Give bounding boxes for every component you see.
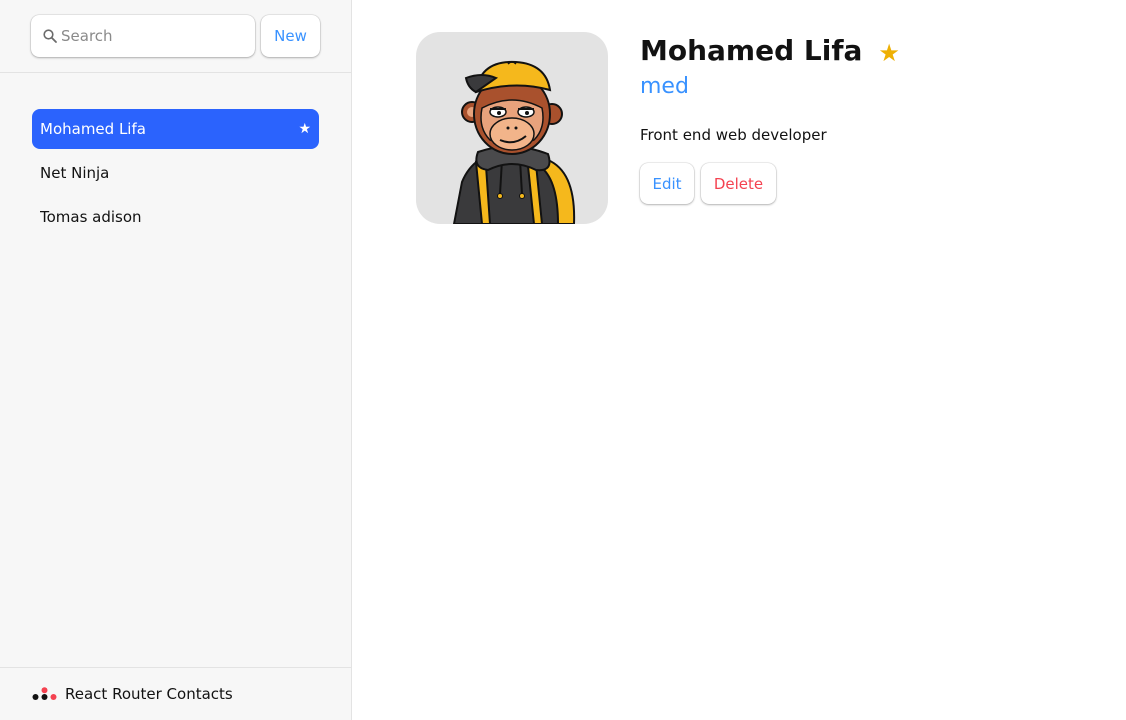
- contact-handle-link[interactable]: med: [640, 74, 689, 99]
- contact-list-item-name: Net Ninja: [40, 164, 110, 182]
- search-bar: New: [0, 0, 351, 73]
- contact-list-item[interactable]: Tomas adison: [32, 197, 319, 237]
- favorite-star-button[interactable]: ★: [878, 41, 900, 65]
- contact-detail: Mohamed Lifa ★ med Front end web develop…: [352, 0, 1126, 720]
- contact-list: Mohamed Lifa ★ Net Ninja Tomas adison: [32, 109, 319, 241]
- new-contact-button[interactable]: New: [261, 15, 320, 57]
- search-icon: [43, 29, 57, 43]
- edit-button[interactable]: Edit: [640, 163, 694, 204]
- search-box[interactable]: [31, 15, 255, 57]
- app-title: React Router Contacts: [65, 685, 233, 703]
- contact-list-item[interactable]: Net Ninja: [32, 153, 319, 193]
- contact-list-item[interactable]: Mohamed Lifa ★: [32, 109, 319, 149]
- react-router-logo-icon: [32, 687, 57, 700]
- sidebar-footer: React Router Contacts: [0, 667, 351, 720]
- contact-list-item-name: Tomas adison: [40, 208, 142, 226]
- contact-name-row: Mohamed Lifa ★: [640, 32, 900, 70]
- contact-avatar: [416, 32, 608, 224]
- favorite-star-icon: ★: [298, 121, 311, 137]
- ape-cartoon-avatar-icon: [452, 60, 576, 224]
- contact-name: Mohamed Lifa: [640, 34, 863, 67]
- delete-button[interactable]: Delete: [701, 163, 776, 204]
- contact-notes: Front end web developer: [640, 126, 827, 144]
- contact-list-item-name: Mohamed Lifa: [40, 120, 146, 138]
- sidebar: New Mohamed Lifa ★ Net Ninja Tomas adiso…: [0, 0, 352, 720]
- search-input[interactable]: [61, 15, 251, 57]
